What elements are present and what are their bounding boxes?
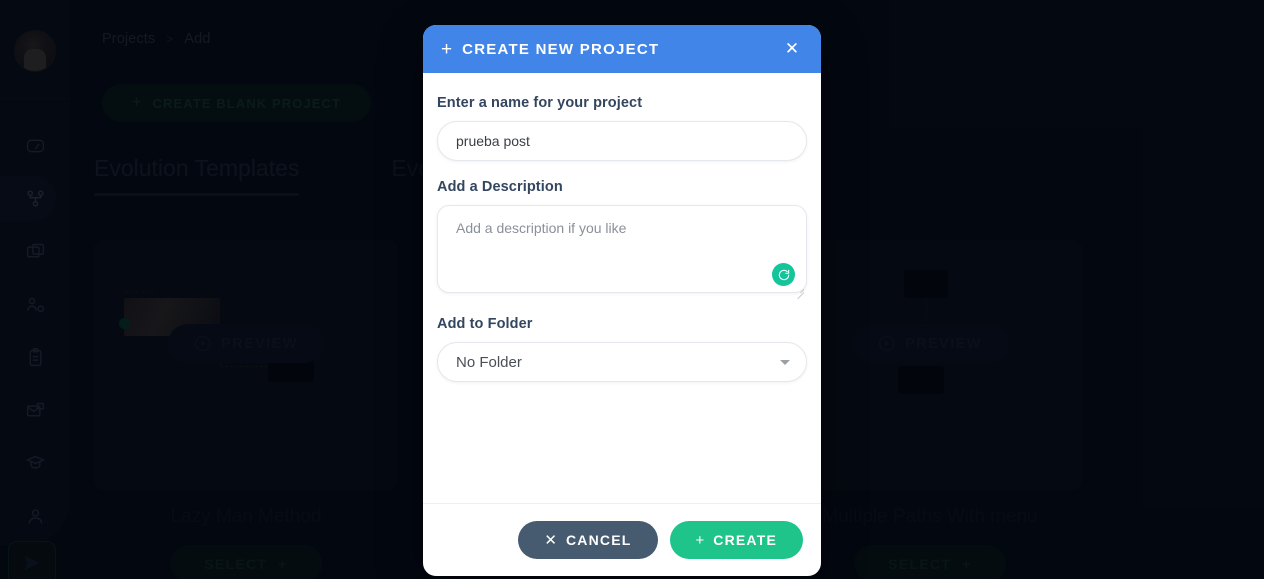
project-name-label: Enter a name for your project [437,95,643,111]
description-wrapper [437,205,807,300]
close-icon[interactable]: ✕ [779,36,805,62]
create-project-modal: + CREATE NEW PROJECT ✕ Enter a name for … [423,25,821,576]
close-icon: ✕ [544,532,557,549]
folder-select[interactable]: No Folder [437,342,807,382]
folder-selected-value: No Folder [456,353,522,371]
create-label: CREATE [713,532,777,548]
modal-title: CREATE NEW PROJECT [462,40,660,58]
create-button[interactable]: + CREATE [669,521,803,559]
refresh-glyph [778,269,789,280]
description-textarea[interactable] [437,205,807,293]
modal-body: Enter a name for your project Add a Desc… [423,73,821,503]
refresh-icon[interactable] [772,263,795,286]
modal-footer: ✕ CANCEL + CREATE [423,503,821,576]
modal-header: + CREATE NEW PROJECT ✕ [423,25,821,73]
description-label: Add a Description [437,179,563,195]
plus-icon: + [441,38,453,60]
plus-icon: + [695,531,705,549]
app-window: Projects > Add + CREATE BLANK PROJECT Ev… [0,0,1264,579]
cancel-label: CANCEL [565,532,632,548]
project-name-input[interactable] [437,121,807,161]
chevron-down-icon [780,360,790,365]
folder-label: Add to Folder [437,316,533,332]
cancel-button[interactable]: ✕ CANCEL [518,521,658,559]
